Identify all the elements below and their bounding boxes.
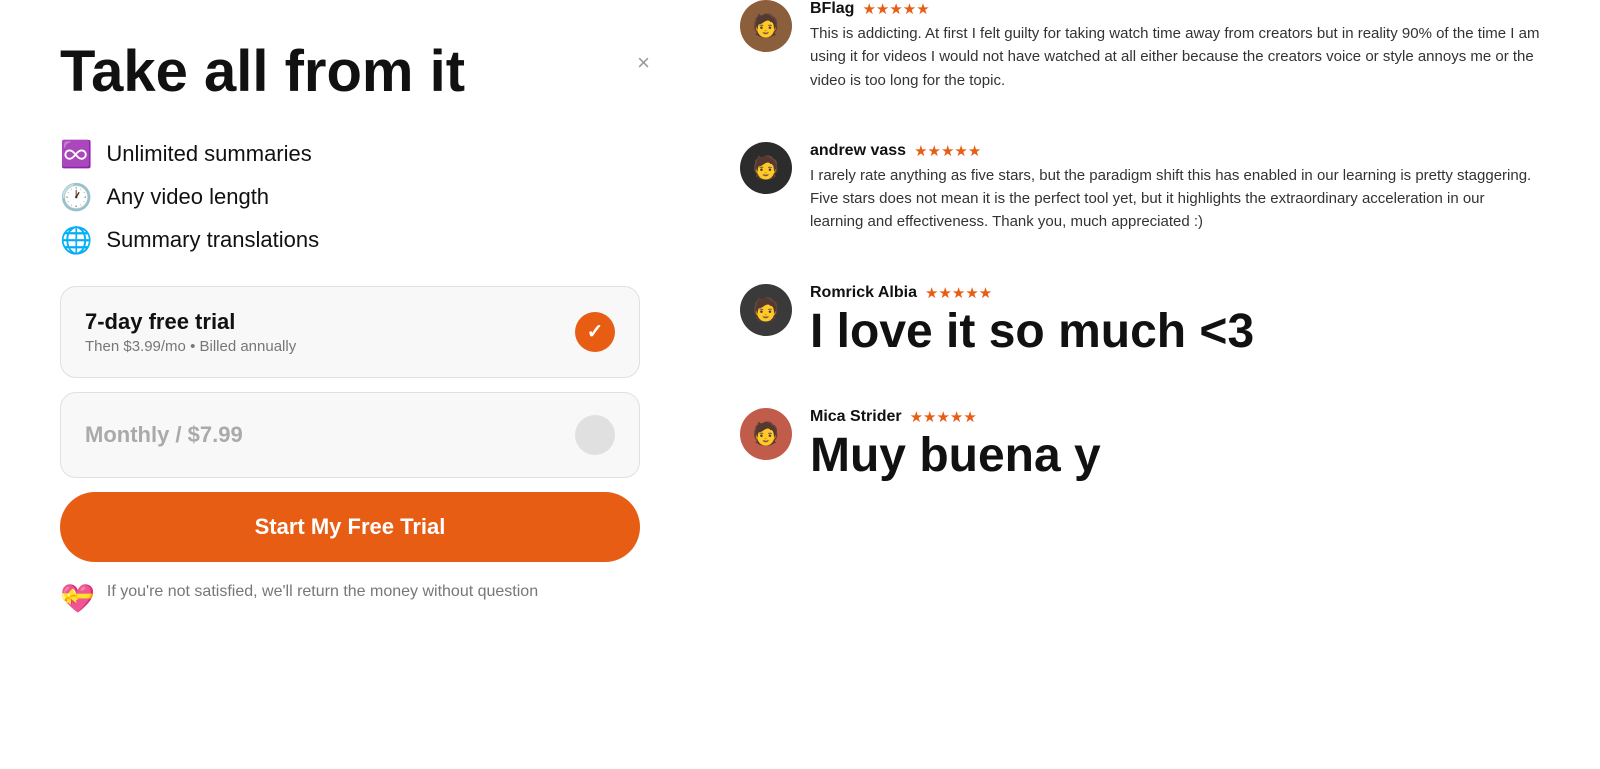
monthly-plan-info: Monthly / $7.99 (85, 422, 243, 448)
right-panel: 🧑 BFlag ★★★★★ This is addicting. At firs… (700, 0, 1600, 769)
review-andrew: 🧑 andrew vass ★★★★★ I rarely rate anythi… (740, 142, 1540, 254)
reviewer-romrick-text: I love it so much <3 (810, 306, 1254, 359)
left-panel: × Take all from it ♾️ Unlimited summarie… (0, 0, 700, 769)
annual-plan-title: 7-day free trial (85, 309, 296, 335)
avatar-andrew: 🧑 (740, 142, 792, 194)
reviewer-romrick-name: Romrick Albia (810, 284, 917, 302)
review-mica-content: Mica Strider ★★★★★ Muy buena y (810, 408, 1101, 483)
guarantee-section: 💝 If you're not satisfied, we'll return … (60, 580, 640, 615)
reviewer-mica-text: Muy buena y (810, 430, 1101, 483)
monthly-plan-card[interactable]: Monthly / $7.99 (60, 392, 640, 478)
annual-plan-info: 7-day free trial Then $3.99/mo • Billed … (85, 309, 296, 355)
review-andrew-content: andrew vass ★★★★★ I rarely rate anything… (810, 142, 1540, 234)
reviewer-mica-header: Mica Strider ★★★★★ (810, 408, 1101, 426)
reviewer-romrick-stars: ★★★★★ (925, 284, 992, 302)
reviewer-andrew-name: andrew vass (810, 142, 906, 160)
feature-length-label: Any video length (106, 184, 269, 210)
close-button[interactable]: × (637, 50, 650, 76)
reviewer-mica-stars: ★★★★★ (910, 408, 977, 426)
close-icon: × (637, 50, 650, 75)
annual-plan-subtitle: Then $3.99/mo • Billed annually (85, 338, 296, 355)
feature-translations-label: Summary translations (106, 227, 319, 253)
reviewer-andrew-text: I rarely rate anything as five stars, bu… (810, 164, 1540, 234)
feature-unlimited: ♾️ Unlimited summaries (60, 139, 640, 170)
clock-icon: 🕐 (60, 182, 92, 213)
review-bflag: 🧑 BFlag ★★★★★ This is addicting. At firs… (740, 0, 1540, 112)
features-list: ♾️ Unlimited summaries 🕐 Any video lengt… (60, 139, 640, 256)
guarantee-text: If you're not satisfied, we'll return th… (107, 580, 538, 604)
review-romrick-content: Romrick Albia ★★★★★ I love it so much <3 (810, 284, 1254, 359)
checkmark-icon: ✓ (587, 319, 604, 344)
page-title: Take all from it (60, 40, 640, 104)
review-mica: 🧑 Mica Strider ★★★★★ Muy buena y (740, 408, 1540, 503)
avatar-bflag: 🧑 (740, 0, 792, 52)
feature-translations: 🌐 Summary translations (60, 225, 640, 256)
reviewer-bflag-stars: ★★★★★ (862, 0, 929, 18)
review-romrick: 🧑 Romrick Albia ★★★★★ I love it so much … (740, 284, 1540, 379)
monthly-plan-radio (575, 415, 615, 455)
avatar-romrick: 🧑 (740, 284, 792, 336)
annual-plan-card[interactable]: 7-day free trial Then $3.99/mo • Billed … (60, 286, 640, 378)
unlimited-icon: ♾️ (60, 139, 92, 170)
avatar-mica: 🧑 (740, 408, 792, 460)
start-trial-button[interactable]: Start My Free Trial (60, 492, 640, 562)
reviewer-andrew-stars: ★★★★★ (914, 142, 981, 160)
reviewer-mica-name: Mica Strider (810, 408, 902, 426)
guarantee-icon: 💝 (60, 582, 95, 615)
monthly-plan-title: Monthly / $7.99 (85, 422, 243, 448)
globe-icon: 🌐 (60, 225, 92, 256)
reviewer-bflag-name: BFlag (810, 0, 854, 18)
review-bflag-content: BFlag ★★★★★ This is addicting. At first … (810, 0, 1540, 92)
feature-unlimited-label: Unlimited summaries (106, 141, 311, 167)
reviewer-bflag-header: BFlag ★★★★★ (810, 0, 1540, 18)
reviewer-bflag-text: This is addicting. At first I felt guilt… (810, 22, 1540, 92)
reviewer-romrick-header: Romrick Albia ★★★★★ (810, 284, 1254, 302)
annual-plan-radio: ✓ (575, 312, 615, 352)
feature-length: 🕐 Any video length (60, 182, 640, 213)
reviewer-andrew-header: andrew vass ★★★★★ (810, 142, 1540, 160)
